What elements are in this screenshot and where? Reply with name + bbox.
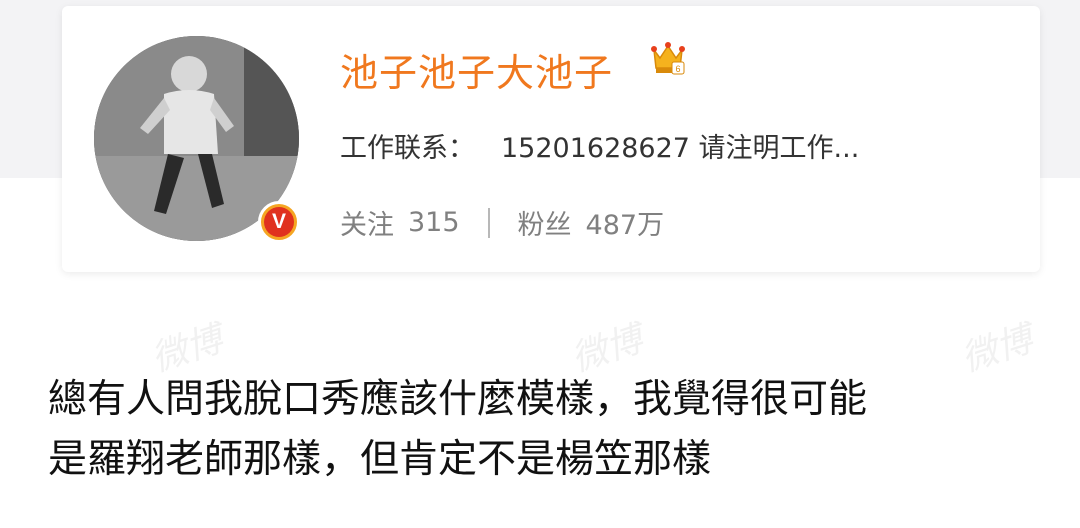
profile-card[interactable]: V 池子池子大池子 6 工作联系： 15201628627 请注明工作... 关注… (62, 6, 1040, 272)
crown-icon: 6 (651, 42, 685, 75)
following-count[interactable]: 315 (408, 207, 460, 238)
follow-stats: 关注 315 粉丝 487万 (340, 203, 664, 242)
svg-text:6: 6 (675, 64, 680, 74)
bio-value: 15201628627 请注明工作... (501, 133, 860, 164)
verified-badge-icon: V (258, 201, 300, 243)
bio: 工作联系： 15201628627 请注明工作... (340, 126, 859, 165)
post-body: 總有人問我脫口秀應該什麼模樣，我覺得很可能 是羅翔老師那樣，但肯定不是楊笠那樣 (48, 370, 1068, 490)
post-line-2: 是羅翔老師那樣，但肯定不是楊笠那樣 (48, 437, 712, 482)
followers-count[interactable]: 487万 (586, 203, 665, 242)
post-line-1: 總有人問我脫口秀應該什麼模樣，我覺得很可能 (48, 377, 868, 422)
followers-label[interactable]: 粉丝 (518, 203, 572, 242)
stats-divider (487, 207, 490, 238)
username[interactable]: 池子池子大池子 (340, 42, 613, 97)
verified-badge-label: V (264, 207, 294, 237)
bio-label: 工作联系： (340, 133, 475, 164)
following-label[interactable]: 关注 (340, 203, 394, 242)
